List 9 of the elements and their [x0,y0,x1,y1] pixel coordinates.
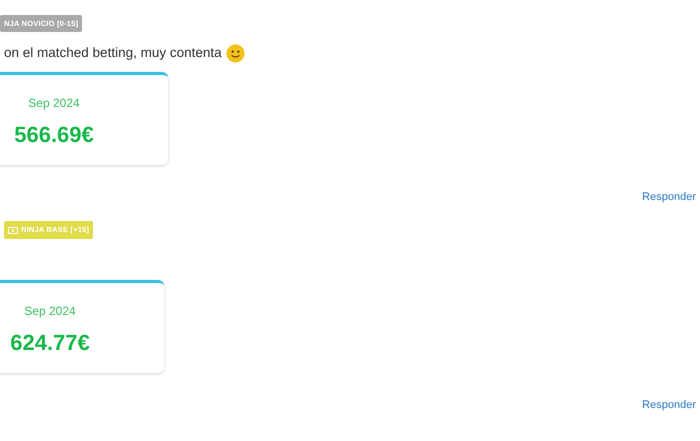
reply-link[interactable]: Responder [642,189,696,206]
period-label: Sep 2024 [24,302,76,320]
comment-text: on el matched betting, muy contenta [4,44,222,62]
amount-value: 624.77€ [10,332,90,354]
banknote-icon [8,226,18,234]
reply-link[interactable]: Responder [642,396,696,413]
amount-value: 566.69€ [14,124,94,146]
period-label: Sep 2024 [28,95,80,112]
smiley-icon [226,44,245,62]
